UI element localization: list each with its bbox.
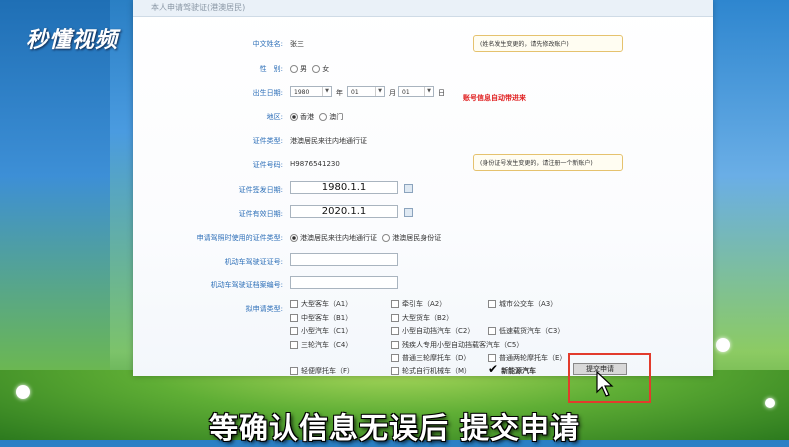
vehicle-checkbox[interactable]: 大型货车（B2） (391, 313, 453, 323)
gender-label: 性 别: (259, 65, 283, 73)
calendar-icon[interactable] (404, 208, 413, 217)
moto-license-label: 机动车驾驶证证号: (224, 258, 283, 266)
application-form-panel: 本人申请驾驶证(港澳居民) 中文姓名: 张三 (姓名发生变更的，请先修改账户) … (133, 0, 713, 376)
issue-date-label: 证件签发日期: (238, 186, 283, 194)
vehicle-checkbox-checked[interactable]: ✔ 新能源汽车 (488, 362, 536, 376)
gender-radio-group[interactable]: 男 女 (290, 64, 329, 74)
gender-female-radio[interactable] (312, 65, 321, 73)
dob-day-select[interactable]: 01 ▼ (398, 86, 434, 97)
apply-id-type-radio-group[interactable]: 港澳居民来往内地通行证 港澳居民身份证 (290, 233, 441, 243)
dob-year-unit: 年 (336, 89, 343, 97)
name-label: 中文姓名: (252, 40, 283, 48)
expiry-date-input[interactable]: 2020.1.1 (290, 205, 398, 218)
checkmark-icon: ✔ (488, 362, 499, 376)
moto-file-label: 机动车驾驶证档案编号: (210, 281, 283, 289)
expiry-date-label: 证件有效日期: (238, 210, 283, 218)
vehicle-checkbox[interactable]: 三轮汽车（C4） (290, 340, 352, 350)
vehicle-checkbox[interactable]: 小型汽车（C1） (290, 326, 352, 336)
dob-day-unit: 日 (438, 89, 445, 97)
vehicle-checkbox[interactable]: 轮式自行机械车（M） (391, 366, 471, 376)
id-type-label: 证件类型: (252, 137, 283, 145)
gender-male-radio[interactable] (290, 65, 298, 73)
calendar-icon[interactable] (404, 184, 413, 193)
id-number-value: H9876541230 (290, 160, 340, 168)
vehicle-type-label: 拟申请类型: (245, 305, 283, 313)
dob-year-select[interactable]: 1980 ▼ (290, 86, 332, 97)
vehicle-checkbox[interactable]: 残疾人专用小型自动挡载客汽车（C5） (391, 340, 523, 350)
region-radio-group[interactable]: 香港 澳门 (290, 112, 343, 122)
decor-dot (716, 338, 730, 352)
region-label: 地区: (266, 113, 283, 121)
id-type-value: 港澳居民来往内地通行证 (290, 137, 367, 145)
region-hk-radio[interactable] (290, 113, 298, 121)
video-logo: 秒懂视频 (26, 28, 119, 53)
dob-month-unit: 月 (389, 89, 396, 97)
apply-id-permit-radio[interactable] (290, 234, 298, 242)
vehicle-checkbox[interactable]: 中型客车（B1） (290, 313, 352, 323)
vehicle-checkbox[interactable]: 城市公交车（A3） (488, 299, 557, 309)
dob-label: 出生日期: (252, 89, 283, 97)
vehicle-checkbox[interactable]: 低速载货汽车（C3） (488, 326, 564, 336)
issue-date-input[interactable]: 1980.1.1 (290, 181, 398, 194)
mouse-cursor-icon (596, 371, 614, 397)
region-macau-radio[interactable] (319, 113, 328, 121)
name-note: (姓名发生变更的，请先修改账户) (473, 35, 623, 52)
form-header: 本人申请驾驶证(港澳居民) (133, 0, 713, 17)
moto-license-input[interactable] (290, 253, 398, 266)
vehicle-checkbox[interactable]: 普通三轮摩托车（D） (391, 353, 470, 363)
name-value: 张三 (290, 40, 304, 48)
dob-month-select[interactable]: 01 ▼ (347, 86, 385, 97)
vehicle-checkbox[interactable]: 牵引车（A2） (391, 299, 446, 309)
vehicle-checkbox[interactable]: 小型自动挡汽车（C2） (391, 326, 474, 336)
id-number-note: (身份证号发生变更的，请注册一个新账户) (473, 154, 623, 171)
vehicle-checkbox[interactable]: 轻便摩托车（F） (290, 366, 354, 376)
apply-id-type-label: 申请驾照时使用的证件类型: (196, 234, 283, 242)
vehicle-checkbox[interactable]: 大型客车（A1） (290, 299, 352, 309)
apply-id-card-radio[interactable] (382, 234, 391, 242)
auto-fill-note: 账号信息自动带进来 (463, 94, 526, 102)
moto-file-input[interactable] (290, 276, 398, 289)
id-number-label: 证件号码: (252, 161, 283, 169)
decor-dot (16, 385, 30, 399)
subtitle-caption: 等确认信息无误后 提交申请 (208, 411, 581, 445)
